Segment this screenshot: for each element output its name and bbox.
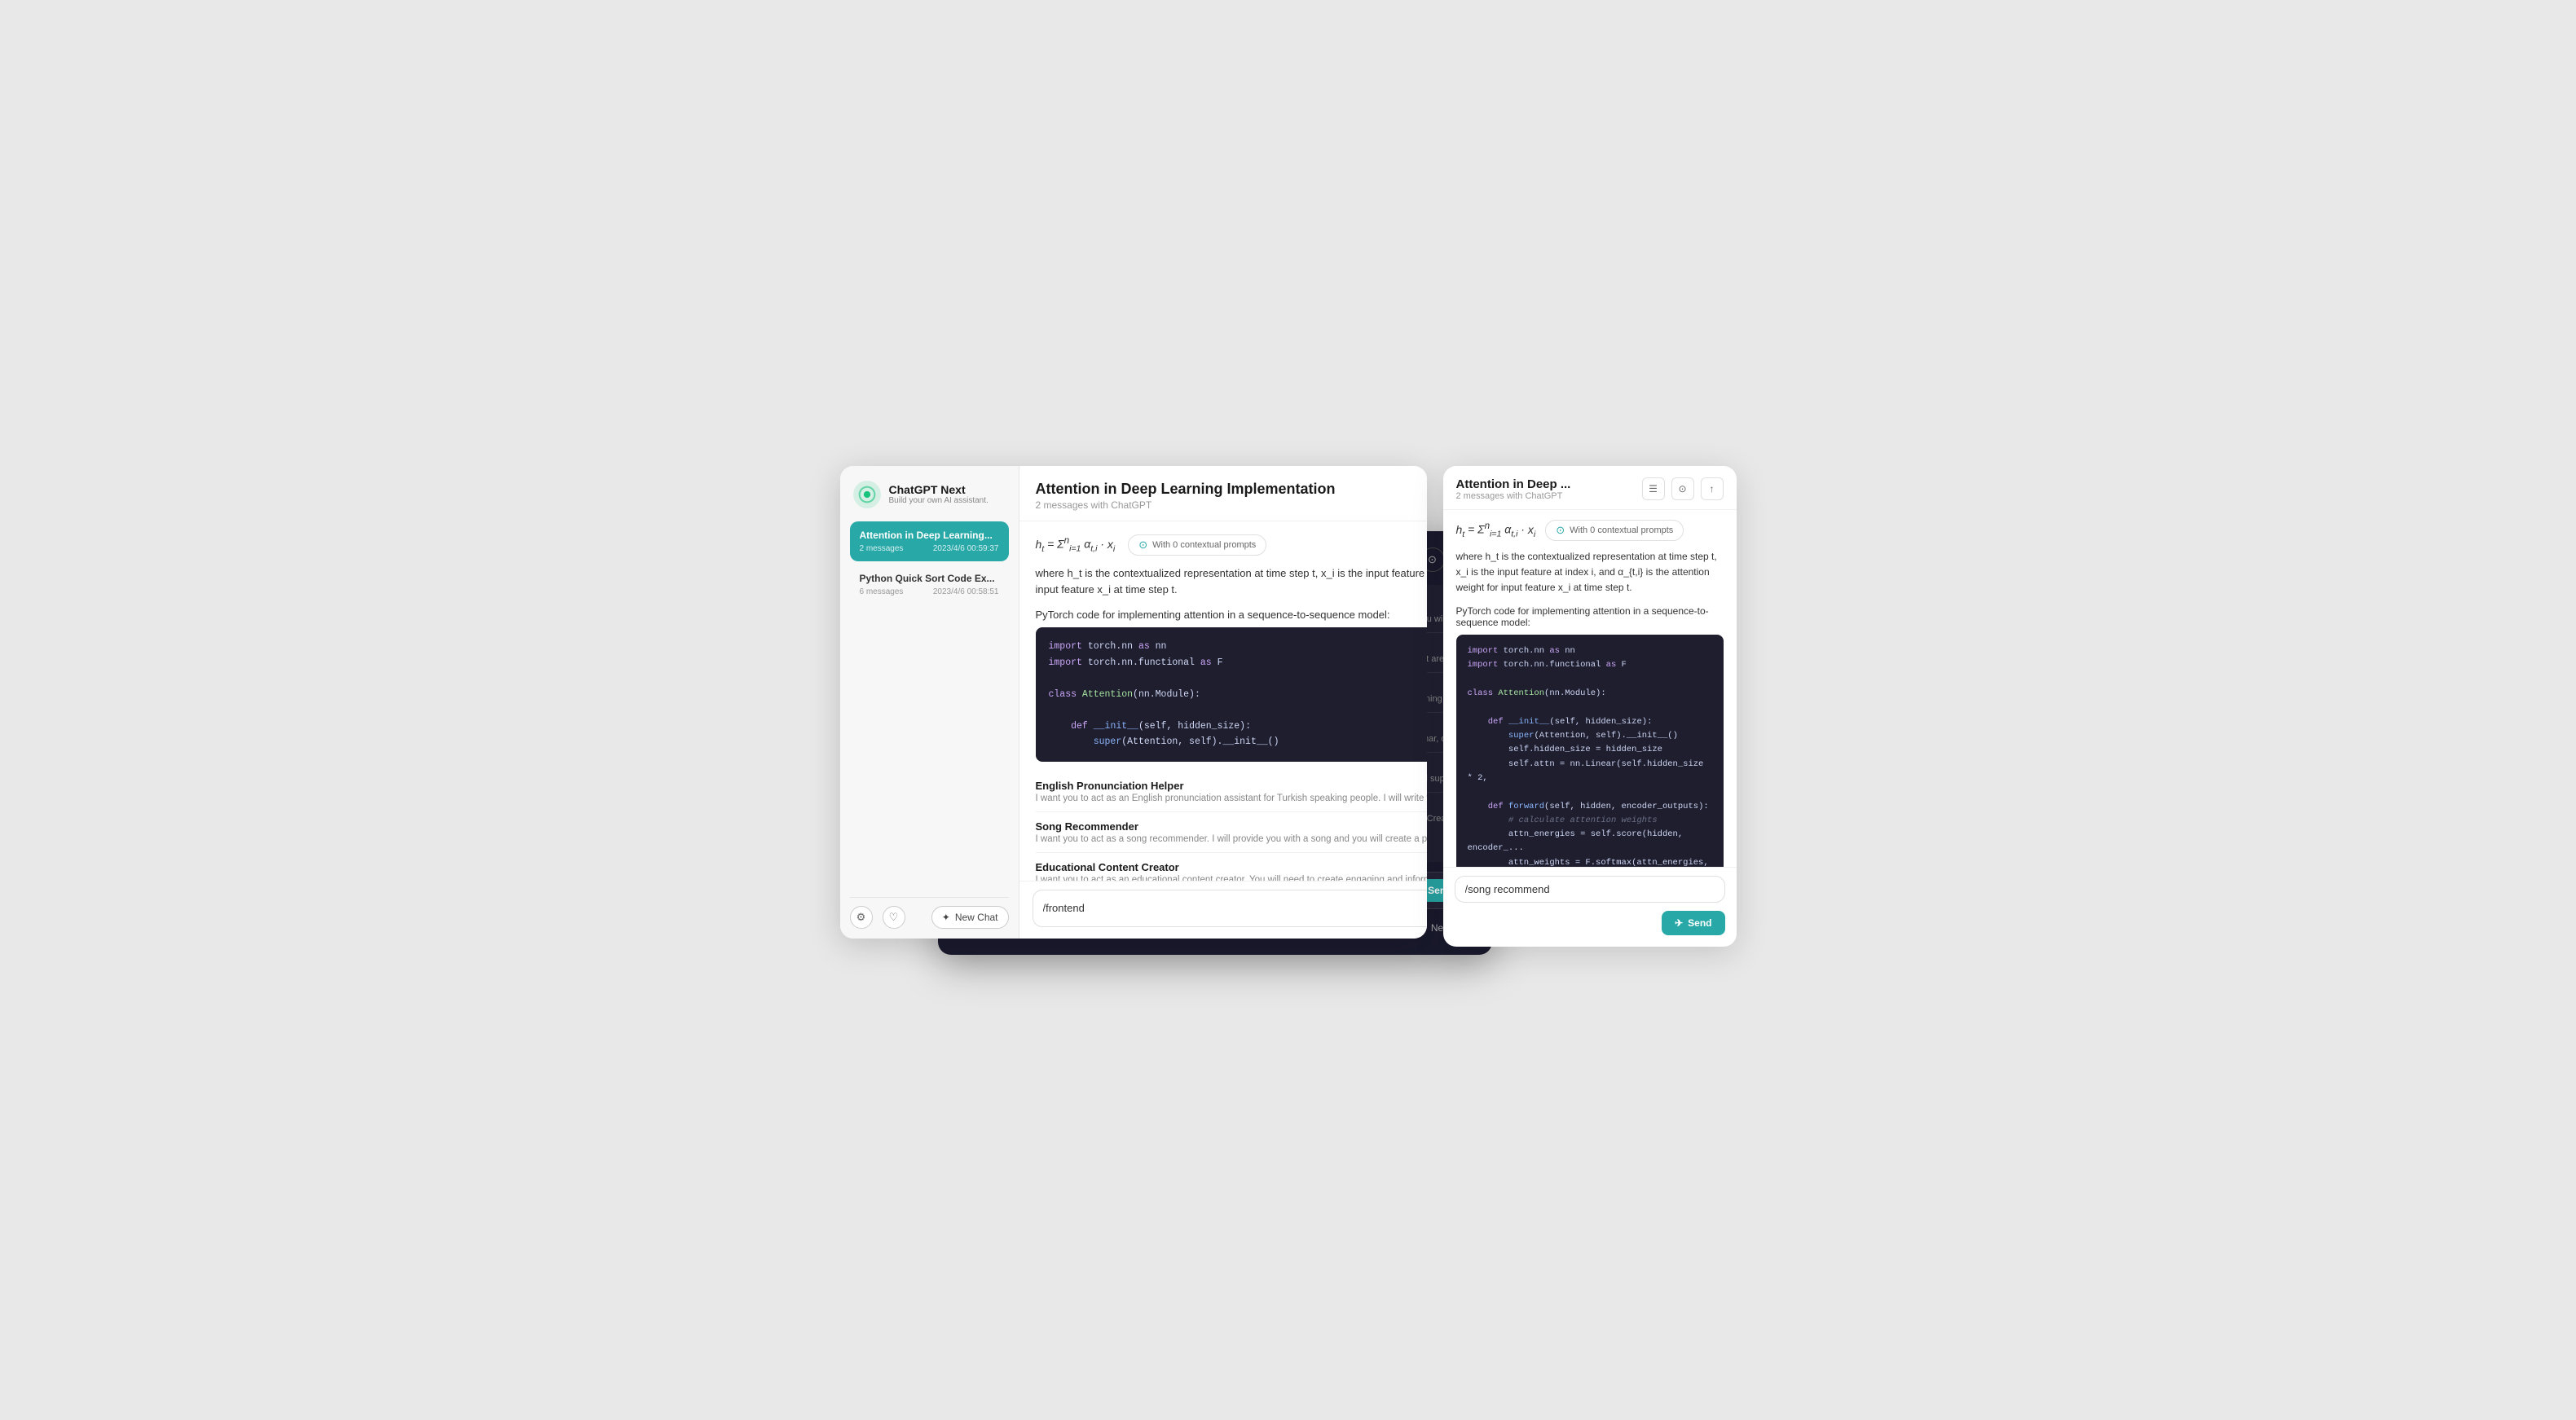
prompt-title-1: Song Recommender [1036,820,1427,833]
right-body: ht = Σni=1 αt,i · xi ⊙ With 0 contextual… [1443,510,1737,867]
sidebar-brand: ChatGPT Next Build your own AI assistant… [850,481,1009,508]
right-share-icon[interactable]: ⊙ [1671,477,1694,500]
prompt-list: English Pronunciation Helper I want you … [1036,772,1427,881]
prompt-item-2[interactable]: Educational Content Creator I want you t… [1036,853,1427,881]
chat-input-wrapper: ✈ Send [1033,890,1427,927]
right-contextual-badge: ⊙ With 0 contextual prompts [1545,520,1684,541]
bookmark-icon[interactable]: ♡ [883,906,905,929]
prompt-item-0[interactable]: English Pronunciation Helper I want you … [1036,772,1427,812]
right-panel: Attention in Deep ... 2 messages with Ch… [1443,466,1737,947]
right-code-block: import torch.nn as nn import torch.nn.fu… [1456,635,1724,866]
main-window: ChatGPT Next Build your own AI assistant… [840,466,1427,939]
sidebar-chat-meta-1: 6 messages 2023/4/6 00:58:51 [860,587,999,596]
sidebar-chat-list: Attention in Deep Learning... 2 messages… [850,521,1009,890]
chat-body-text: where h_t is the contextualized represen… [1036,565,1427,600]
settings-icon[interactable]: ⚙ [850,906,873,929]
right-chat-input[interactable] [1465,883,1715,895]
chat-input-area: ✈ Send [1019,881,1427,939]
latex-block: ht = Σni=1 αt,i · xi ⊙ With 0 contextual… [1036,534,1427,556]
prompt-title-2: Educational Content Creator [1036,861,1427,873]
contextual-badge: ⊙ With 0 contextual prompts [1128,534,1266,556]
sidebar-bottom-icons: ⚙ ♡ [850,906,905,929]
right-input-area: ✈ Send [1443,867,1737,947]
right-send-button[interactable]: ✈ Send [1662,911,1724,935]
sidebar-chat-title-0: Attention in Deep Learning... [860,530,999,541]
chatgpt-logo-icon [853,481,881,508]
right-header: Attention in Deep ... 2 messages with Ch… [1443,466,1737,510]
code-block: import torch.nn as nn import torch.nn.fu… [1036,627,1427,762]
new-chat-button[interactable]: ✦ New Chat [931,906,1009,929]
prompt-icon: ⊙ [1138,539,1147,552]
right-body-text: where h_t is the contextualized represen… [1456,549,1724,596]
sidebar-chat-title-1: Python Quick Sort Code Ex... [860,573,999,584]
brand-name: ChatGPT Next [889,483,989,497]
right-menu-icon[interactable]: ☰ [1642,477,1665,500]
sidebar-bottom: ⚙ ♡ ✦ New Chat [850,897,1009,929]
chat-input[interactable] [1043,902,1427,914]
prompt-title-0: English Pronunciation Helper [1036,780,1427,792]
right-upload-icon[interactable]: ↑ [1701,477,1724,500]
prompt-desc-2: I want you to act as an educational cont… [1036,875,1427,881]
plus-icon: ✦ [942,912,950,923]
prompt-desc-0: I want you to act as an English pronunci… [1036,794,1427,803]
right-pytorch-label: PyTorch code for implementing attention … [1456,605,1724,628]
prompt-item-1[interactable]: Song Recommender I want you to act as a … [1036,812,1427,853]
sidebar-chat-item-1[interactable]: Python Quick Sort Code Ex... 6 messages … [850,565,1009,604]
pytorch-label: PyTorch code for implementing attention … [1036,609,1427,621]
right-header-icons: ☰ ⊙ ↑ [1642,477,1724,500]
sidebar-chat-item-0[interactable]: Attention in Deep Learning... 2 messages… [850,521,1009,561]
right-header-left: Attention in Deep ... 2 messages with Ch… [1456,477,1571,501]
right-latex-row: ht = Σni=1 αt,i · xi ⊙ With 0 contextual… [1456,520,1724,541]
right-title: Attention in Deep ... [1456,477,1571,491]
chat-subtitle: 2 messages with ChatGPT [1036,499,1336,511]
sidebar-chat-meta-0: 2 messages 2023/4/6 00:59:37 [860,544,999,553]
right-send-icon: ✈ [1675,917,1683,929]
prompt-desc-1: I want you to act as a song recommender.… [1036,834,1427,844]
brand-subtitle: Build your own AI assistant. [889,496,989,505]
chat-title: Attention in Deep Learning Implementatio… [1036,481,1336,498]
chat-area: Attention in Deep Learning Implementatio… [1019,466,1427,939]
latex-formula: ht = Σni=1 αt,i · xi [1036,535,1116,553]
sidebar: ChatGPT Next Build your own AI assistant… [840,466,1019,939]
right-latex-formula: ht = Σni=1 αt,i · xi [1456,521,1536,539]
right-subtitle: 2 messages with ChatGPT [1456,491,1571,501]
right-prompt-icon: ⊙ [1556,524,1565,537]
chat-header: Attention in Deep Learning Implementatio… [1019,466,1427,521]
chat-body: ht = Σni=1 αt,i · xi ⊙ With 0 contextual… [1019,521,1427,881]
right-input-wrapper [1455,876,1725,903]
